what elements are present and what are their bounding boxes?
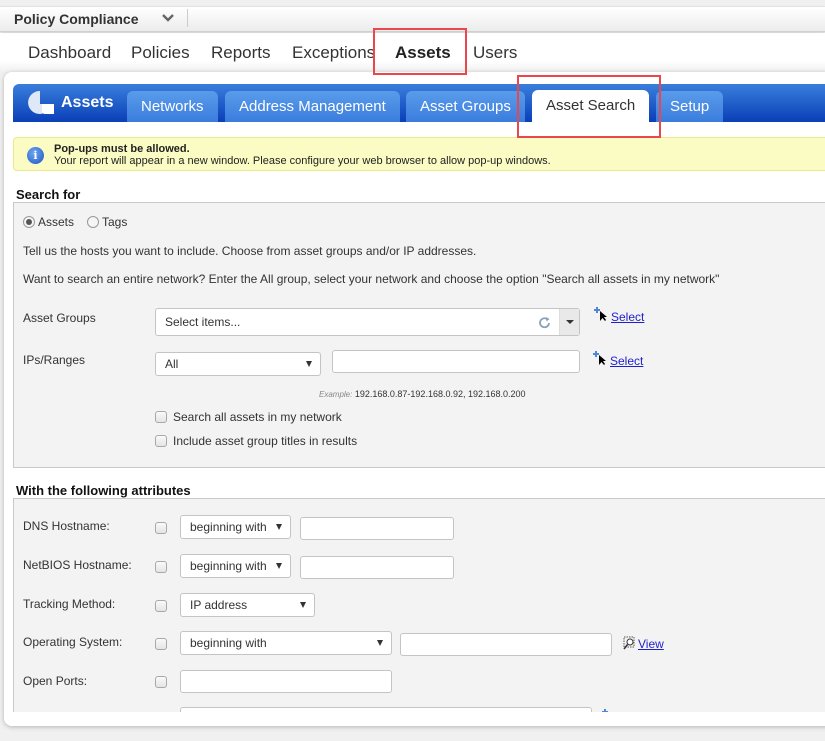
intro-text: Tell us the hosts you want to include. C…: [23, 244, 477, 258]
tracking-method-select[interactable]: IP address: [180, 593, 315, 617]
attributes-section: DNS Hostname: beginning with NetBIOS Hos…: [13, 498, 825, 726]
info-icon: i: [27, 147, 44, 164]
open-ports-input[interactable]: [180, 670, 392, 693]
caret-down-icon: [306, 361, 312, 367]
ips-ranges-input[interactable]: [332, 350, 580, 373]
netbios-operator-value: beginning with: [190, 559, 267, 573]
add-select-icon: [594, 307, 607, 321]
radio-tags[interactable]: [87, 216, 99, 228]
open-ports-label: Open Ports:: [23, 674, 88, 688]
tracking-method-checkbox[interactable]: [155, 600, 167, 612]
dns-hostname-input[interactable]: [300, 517, 454, 540]
ips-ranges-select-link[interactable]: Select: [610, 354, 643, 368]
app-title: Policy Compliance: [14, 11, 139, 27]
operating-system-input[interactable]: [400, 633, 612, 656]
os-operator-value: beginning with: [190, 636, 267, 650]
search-for-section: Assets Tags Tell us the hosts you want t…: [13, 202, 825, 468]
nav-dashboard[interactable]: Dashboard: [28, 43, 111, 63]
ips-ranges-label: IPs/Ranges: [23, 353, 86, 367]
nav-assets[interactable]: Assets: [395, 43, 451, 63]
netbios-hostname-label: NetBIOS Hostname:: [23, 558, 132, 572]
search-for-title: Search for: [16, 187, 81, 202]
divider: [187, 9, 188, 27]
assets-pie-icon: [28, 90, 54, 114]
ips-ranges-select[interactable]: All: [155, 352, 321, 376]
nav-users[interactable]: Users: [473, 43, 517, 63]
radio-assets[interactable]: [23, 216, 35, 228]
module-brand: Assets: [28, 90, 113, 115]
tab-asset-groups[interactable]: Asset Groups: [406, 91, 525, 122]
nav-exceptions[interactable]: Exceptions: [292, 43, 375, 63]
caret-down-icon: [276, 563, 282, 569]
dropdown-toggle[interactable]: [559, 309, 579, 335]
dns-operator-value: beginning with: [190, 520, 267, 534]
asset-groups-label: Asset Groups: [23, 311, 96, 325]
nav-policies[interactable]: Policies: [131, 43, 190, 63]
dns-hostname-operator[interactable]: beginning with: [180, 515, 291, 539]
search-all-assets-label[interactable]: Search all assets in my network: [173, 410, 342, 424]
notice-title: Pop-ups must be allowed.: [54, 143, 190, 155]
radio-assets-label[interactable]: Assets: [38, 215, 74, 229]
hint-text: Want to search an entire network? Enter …: [23, 272, 720, 286]
chevron-down-icon[interactable]: [160, 11, 176, 25]
refresh-icon[interactable]: [538, 316, 552, 330]
radio-tags-label[interactable]: Tags: [102, 215, 127, 229]
module-title: Assets: [61, 93, 114, 111]
tracking-method-value: IP address: [190, 598, 248, 612]
operating-system-checkbox[interactable]: [155, 638, 167, 650]
search-all-assets-checkbox[interactable]: [155, 411, 167, 423]
module-tab-bar: Assets Networks Address Management Asset…: [13, 84, 825, 122]
nav-reports[interactable]: Reports: [211, 43, 271, 63]
tab-asset-search[interactable]: Asset Search: [532, 90, 650, 122]
ips-ranges-selected: All: [165, 357, 179, 371]
include-group-titles-label[interactable]: Include asset group titles in results: [173, 434, 357, 448]
tab-setup[interactable]: Setup: [656, 91, 724, 122]
dns-hostname-label: DNS Hostname:: [23, 519, 110, 533]
panel-footer: [4, 712, 825, 726]
tracking-method-label: Tracking Method:: [23, 597, 116, 611]
example-label: Example:: [319, 390, 353, 399]
include-group-titles-checkbox[interactable]: [155, 435, 167, 447]
main-nav: Dashboard Policies Reports Exceptions As…: [0, 33, 825, 73]
caret-down-icon: [276, 524, 282, 530]
netbios-hostname-checkbox[interactable]: [155, 561, 167, 573]
example-value: 192.168.0.87-192.168.0.92, 192.168.0.200: [354, 389, 526, 399]
open-ports-checkbox[interactable]: [155, 676, 167, 688]
operating-system-label: Operating System:: [23, 635, 123, 649]
add-select-icon: [593, 351, 606, 365]
netbios-hostname-input[interactable]: [300, 556, 454, 579]
caret-down-icon: [377, 640, 383, 646]
operating-system-operator[interactable]: beginning with: [180, 631, 392, 655]
asset-groups-placeholder: Select items...: [165, 315, 241, 329]
assets-panel: Assets Networks Address Management Asset…: [4, 72, 825, 726]
view-magnifier-icon: [623, 636, 635, 650]
ip-example: Example: 192.168.0.87-192.168.0.92, 192.…: [319, 389, 526, 399]
tab-networks[interactable]: Networks: [127, 91, 218, 122]
netbios-hostname-operator[interactable]: beginning with: [180, 554, 291, 578]
notice-message: Your report will appear in a new window.…: [54, 155, 551, 167]
app-header-bar: Policy Compliance: [0, 6, 825, 32]
attributes-title: With the following attributes: [16, 483, 191, 498]
operating-system-view-link[interactable]: View: [638, 637, 664, 651]
dns-hostname-checkbox[interactable]: [155, 522, 167, 534]
caret-down-icon: [300, 602, 306, 608]
asset-groups-multiselect[interactable]: Select items...: [155, 308, 580, 336]
popup-notice: i Pop-ups must be allowed. Your report w…: [13, 137, 825, 171]
caret-down-icon: [566, 320, 574, 324]
asset-groups-select-link[interactable]: Select: [611, 310, 644, 324]
tab-address-management[interactable]: Address Management: [225, 91, 400, 122]
